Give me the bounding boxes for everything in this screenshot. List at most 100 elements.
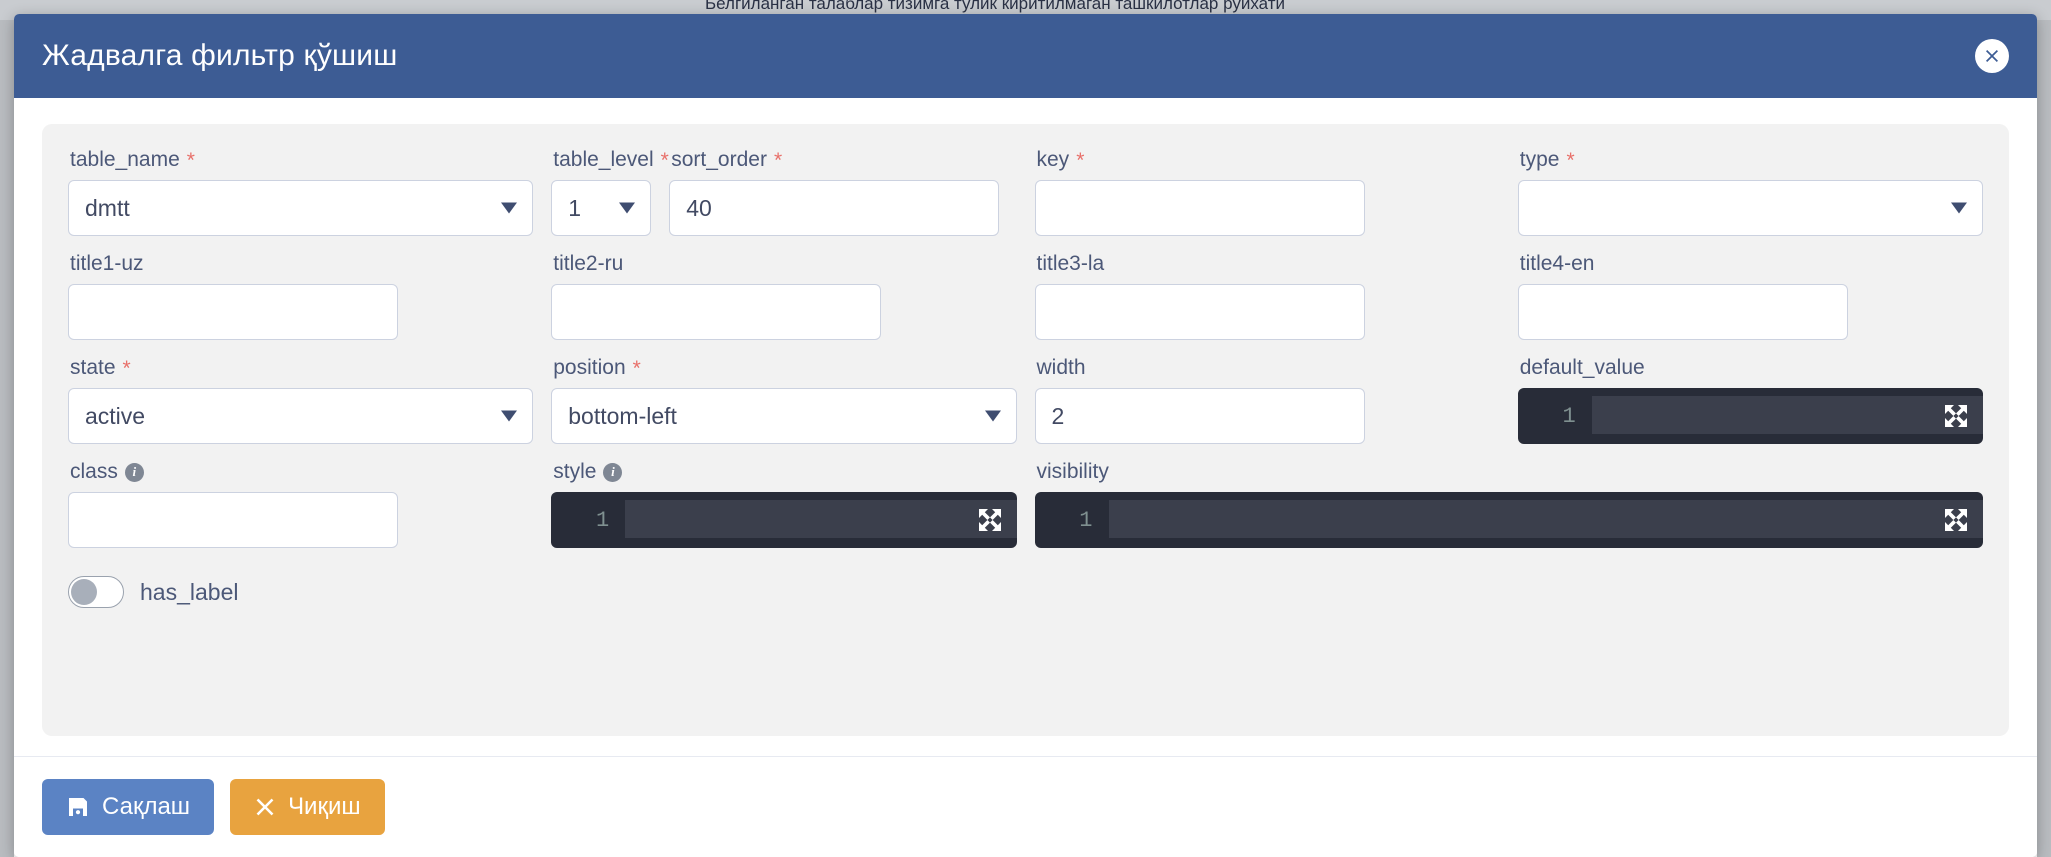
title4-en-input[interactable] <box>1517 284 1848 340</box>
exit-button[interactable]: Чиқиш <box>230 779 385 835</box>
label-class: class i <box>70 458 533 486</box>
label-text: type <box>1519 148 1560 171</box>
field-width: width <box>1034 354 1500 444</box>
editor-code-area[interactable] <box>625 500 1017 538</box>
form-row-2: title1-uz title2-ru title3-la title4-en <box>68 250 1983 354</box>
info-icon[interactable]: i <box>603 462 623 482</box>
class-input[interactable] <box>68 492 398 548</box>
label-text: table_level <box>553 148 654 171</box>
label-width: width <box>1037 354 1500 382</box>
editor-code-area[interactable] <box>1591 396 1983 434</box>
label-type: type * <box>1520 146 1983 174</box>
label-text: title3-la <box>1036 252 1105 275</box>
label-sort-order: sort_order * <box>671 146 1016 174</box>
filter-form-panel: table_name * dmtt table_level * 1 sort_o… <box>42 124 2009 736</box>
form-row-4: class i style i 1 visibility 1 <box>68 458 1983 562</box>
field-position: position * bottom-left <box>551 354 1017 444</box>
label-text: table_name <box>70 148 180 171</box>
has-label-toggle-row: has_label <box>68 576 1983 608</box>
editor-gutter-line-number: 1 <box>1562 403 1576 429</box>
visibility-code-editor[interactable]: 1 <box>1034 492 1983 548</box>
key-input[interactable] <box>1034 180 1365 236</box>
label-title3-la: title3-la <box>1037 250 1500 278</box>
label-text: key <box>1036 148 1070 171</box>
position-select[interactable]: bottom-left <box>551 388 1017 444</box>
field-key: key * <box>1034 146 1500 236</box>
label-text: sort_order <box>671 148 767 171</box>
field-title3-la: title3-la <box>1034 250 1500 340</box>
editor-gutter-line-number: 1 <box>1079 507 1093 533</box>
label-text: width <box>1036 356 1086 379</box>
form-row-3: state * active position * bottom-left wi… <box>68 354 1983 458</box>
title1-uz-input[interactable] <box>68 284 398 340</box>
editor-code-area[interactable] <box>1108 500 1983 538</box>
label-position: position * <box>553 354 1016 382</box>
table-level-select[interactable]: 1 <box>551 180 652 236</box>
required-asterisk: * <box>773 148 783 172</box>
expand-arrows-icon[interactable] <box>977 507 1003 533</box>
expand-arrows-icon[interactable] <box>1943 403 1969 429</box>
close-circle-icon[interactable] <box>1975 39 2009 73</box>
default-value-code-editor[interactable]: 1 <box>1517 388 1983 444</box>
exit-button-label: Чиқиш <box>288 793 361 820</box>
field-table-name: table_name * dmtt <box>68 146 534 236</box>
modal-header: Жадвалга фильтр қўшиш <box>14 14 2037 98</box>
state-select[interactable]: active <box>68 388 534 444</box>
label-text: state <box>70 356 116 379</box>
chevron-down-icon <box>619 202 636 214</box>
table-level-value: 1 <box>568 194 582 221</box>
chevron-down-icon <box>501 410 518 422</box>
modal-footer: Сақлаш Чиқиш <box>14 756 2037 857</box>
label-table-level: table_level * <box>553 146 669 174</box>
expand-arrows-icon[interactable] <box>1943 507 1969 533</box>
table-name-select[interactable]: dmtt <box>68 180 534 236</box>
title2-ru-input[interactable] <box>551 284 882 340</box>
sort-order-input[interactable] <box>669 180 1000 236</box>
field-state: state * active <box>68 354 534 444</box>
close-x-icon <box>254 796 276 818</box>
position-value: bottom-left <box>568 402 677 429</box>
field-table-level-sort-order: table_level * 1 sort_order * <box>551 146 1016 236</box>
required-asterisk: * <box>122 356 131 380</box>
has-label-toggle[interactable] <box>68 576 124 608</box>
label-text: class <box>70 460 118 483</box>
state-value: active <box>85 402 146 429</box>
label-text: position <box>553 356 626 379</box>
title3-la-input[interactable] <box>1034 284 1365 340</box>
field-style: style i 1 <box>551 458 1017 548</box>
label-table-name: table_name * <box>70 146 533 174</box>
field-visibility: visibility 1 <box>1034 458 1984 548</box>
add-table-filter-modal: Жадвалга фильтр қўшиш table_name * dmtt <box>14 14 2037 857</box>
label-key: key * <box>1037 146 1500 174</box>
required-asterisk: * <box>1076 148 1085 172</box>
field-class: class i <box>68 458 533 548</box>
field-title2-ru: title2-ru <box>551 250 1016 340</box>
save-floppy-icon <box>66 795 90 819</box>
label-title4-en: title4-en <box>1520 250 1983 278</box>
label-text: title2-ru <box>553 252 624 275</box>
label-text: title4-en <box>1519 252 1595 275</box>
label-title2-ru: title2-ru <box>553 250 1016 278</box>
type-select[interactable] <box>1517 180 1983 236</box>
label-visibility: visibility <box>1037 458 1984 486</box>
field-title1-uz: title1-uz <box>68 250 533 340</box>
modal-title: Жадвалга фильтр қўшиш <box>42 39 398 72</box>
editor-gutter-line-number: 1 <box>596 507 610 533</box>
background-page-heading: Белгиланган талаблар тизимга тулик кирит… <box>705 0 1286 13</box>
toggle-knob <box>71 579 97 605</box>
label-text: style <box>553 460 597 483</box>
style-code-editor[interactable]: 1 <box>551 492 1017 548</box>
required-asterisk: * <box>660 148 669 172</box>
label-title1-uz: title1-uz <box>70 250 533 278</box>
label-text: visibility <box>1036 460 1109 483</box>
save-button[interactable]: Сақлаш <box>42 779 215 835</box>
save-button-label: Сақлаш <box>102 793 191 820</box>
info-icon[interactable]: i <box>124 462 144 482</box>
modal-body: table_name * dmtt table_level * 1 sort_o… <box>14 98 2037 756</box>
field-default-value: default_value 1 <box>1517 354 1983 444</box>
chevron-down-icon <box>501 202 518 214</box>
chevron-down-icon <box>1951 202 1967 214</box>
label-text: title1-uz <box>70 252 144 275</box>
width-input[interactable] <box>1034 388 1365 444</box>
label-state: state * <box>70 354 533 382</box>
